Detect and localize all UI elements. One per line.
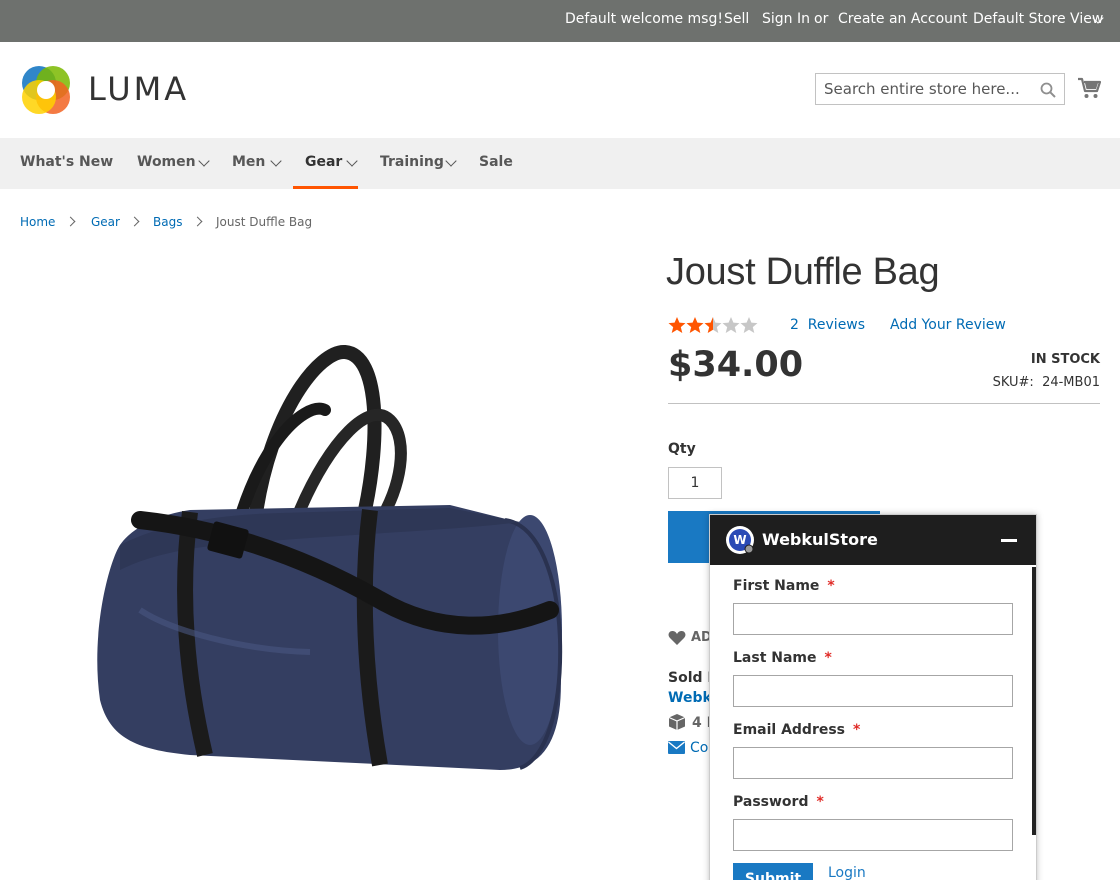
or-text: or (814, 11, 829, 27)
sku: SKU#: 24-MB01 (993, 375, 1100, 390)
sku-value: 24-MB01 (1042, 375, 1100, 390)
breadcrumb-home[interactable]: Home (20, 215, 55, 229)
chevron-down-icon (198, 155, 210, 167)
last-name-label: Last Name * (733, 650, 832, 666)
create-account-link[interactable]: Create an Account (838, 11, 967, 27)
nav-item-training[interactable]: Training (380, 138, 460, 189)
stock-status: IN STOCK (1030, 352, 1100, 367)
chevron-right-icon (65, 216, 76, 227)
divider (668, 403, 1100, 404)
first-name-field[interactable] (733, 603, 1013, 635)
chevron-down-icon (346, 155, 358, 167)
password-field[interactable] (733, 819, 1013, 851)
password-label: Password * (733, 794, 824, 810)
svg-text:W: W (733, 533, 746, 547)
scrollbar[interactable] (1032, 567, 1036, 835)
chevron-right-icon (192, 216, 203, 227)
email-label: Email Address * (733, 722, 861, 738)
chat-popup: W WebkulStore First Name * Last Name * Ema… (709, 514, 1037, 880)
qty-input[interactable] (668, 467, 722, 499)
submit-button[interactable]: Submit (733, 863, 813, 880)
nav-item-label: What's New (20, 154, 114, 170)
cart-icon[interactable] (1077, 77, 1101, 99)
search-icon[interactable] (1040, 82, 1056, 98)
nav-item-women[interactable]: Women (137, 138, 217, 189)
box-icon (668, 714, 686, 730)
last-name-field[interactable] (733, 675, 1013, 707)
product-image[interactable] (80, 330, 580, 790)
search-box (815, 73, 1065, 105)
chevron-down-icon (270, 155, 282, 167)
chevron-down-icon (445, 155, 457, 167)
sell-link[interactable]: Sell (724, 11, 749, 27)
nav-item-gear[interactable]: Gear (293, 138, 358, 189)
contact-seller-link[interactable]: Co (690, 740, 708, 756)
nav-item-label: Training (380, 154, 444, 170)
product-title: Joust Duffle Bag (666, 251, 940, 293)
nav-item-label: Men (232, 154, 266, 170)
chat-popup-header[interactable]: W WebkulStore (710, 515, 1036, 565)
welcome-message: Default welcome msg! (565, 11, 723, 27)
rating-stars (668, 317, 758, 333)
breadcrumb-gear[interactable]: Gear (91, 215, 120, 229)
qty-label: Qty (668, 441, 696, 457)
minimize-icon[interactable] (1001, 539, 1017, 542)
luma-logo-icon[interactable] (20, 64, 72, 116)
email-field[interactable] (733, 747, 1013, 779)
main-navigation: What's New Women Men Gear Training Sale (0, 138, 1120, 189)
first-name-label: First Name * (733, 578, 835, 594)
login-link[interactable]: Login (828, 865, 866, 880)
chevron-right-icon (129, 216, 140, 227)
logo-text[interactable]: LUMA (88, 70, 189, 108)
nav-item-sale[interactable]: Sale (479, 138, 519, 189)
search-input[interactable] (824, 79, 1034, 99)
sign-in-link[interactable]: Sign In (762, 11, 810, 27)
breadcrumb-bags[interactable]: Bags (153, 215, 182, 229)
nav-item-men[interactable]: Men (232, 138, 292, 189)
nav-item-whats-new[interactable]: What's New (20, 138, 114, 189)
nav-item-label: Women (137, 154, 196, 170)
signup-form: First Name * Last Name * Email Address * Pa… (710, 565, 1036, 880)
add-review-link[interactable]: Add Your Review (890, 317, 1006, 333)
mail-icon (668, 741, 685, 754)
heart-icon[interactable] (668, 630, 686, 646)
reviews-link[interactable]: 2 Reviews (790, 317, 865, 333)
product-price: $34.00 (668, 345, 804, 385)
nav-item-label: Gear (305, 154, 343, 170)
top-panel: Default welcome msg! Sell Sign In or Cre… (0, 0, 1120, 42)
active-indicator (293, 186, 358, 189)
chat-popup-title: WebkulStore (762, 530, 878, 549)
store-avatar-icon: W (726, 526, 754, 554)
sku-label: SKU#: (992, 375, 1034, 390)
store-view-switcher[interactable]: Default Store View (973, 11, 1103, 27)
breadcrumb-current: Joust Duffle Bag (216, 215, 313, 229)
nav-item-label: Sale (479, 154, 513, 170)
